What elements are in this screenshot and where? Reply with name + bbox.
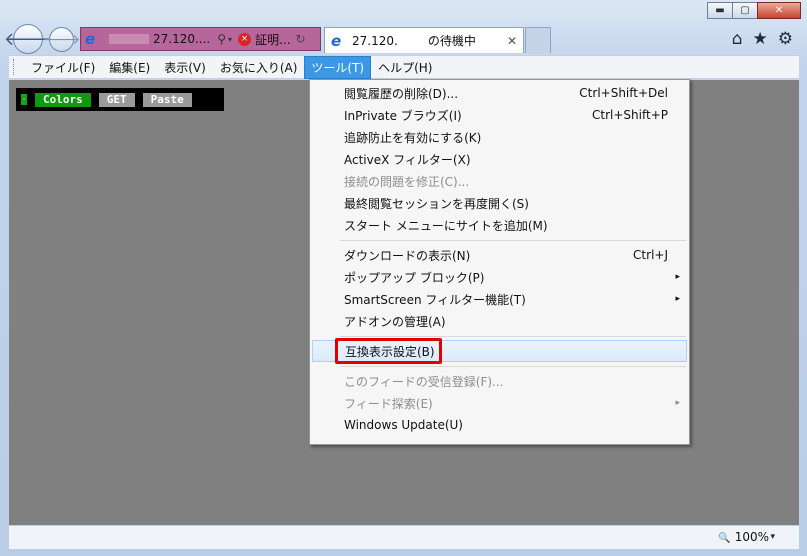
menu-tools[interactable]: ツール(T) (304, 55, 372, 79)
menu-separator (340, 336, 686, 337)
home-icon[interactable]: ⌂ (732, 29, 743, 49)
get-button[interactable]: GET (98, 92, 135, 107)
menu-item-label: フィード探索(E) (344, 396, 433, 411)
menu-item-smartscreen[interactable]: SmartScreen フィルター機能(T) ▸ (310, 288, 689, 310)
menu-item-label: 最終閲覧セッションを再度開く(S) (344, 196, 529, 211)
page-toolbox: · Colors GET Paste (16, 88, 224, 111)
menu-separator (340, 366, 686, 367)
menu-item-manage-addons[interactable]: アドオンの管理(A) (310, 310, 689, 332)
menu-edit[interactable]: 編集(E) (102, 56, 157, 79)
menu-item-shortcut: Ctrl+Shift+Del (579, 86, 668, 100)
refresh-icon[interactable]: ↻ (296, 32, 306, 46)
menu-item-label: 接続の問題を修正(C)... (344, 174, 470, 189)
menu-item-label: ポップアップ ブロック(P) (344, 270, 485, 285)
menu-bar: ファイル(F) 編集(E) 表示(V) お気に入り(A) ツール(T) ヘルプ(… (9, 55, 799, 79)
menu-separator (340, 240, 686, 241)
menu-file[interactable]: ファイル(F) (24, 56, 102, 79)
tab-active[interactable]: e 27.120. の待機中 ✕ (324, 27, 524, 53)
chevron-down-icon[interactable]: ▾ (228, 35, 232, 44)
favorites-star-icon[interactable]: ★ (753, 29, 768, 49)
forward-button[interactable]: 🡒 (43, 27, 80, 52)
menu-item-view-downloads[interactable]: ダウンロードの表示(N) Ctrl+J (310, 244, 689, 266)
certificate-error-icon[interactable]: × (238, 32, 252, 46)
menu-item-popup-blocker[interactable]: ポップアップ ブロック(P) ▸ (310, 266, 689, 288)
zoom-control[interactable]: 🔍 100% (718, 530, 769, 544)
submenu-arrow-icon: ▸ (675, 272, 680, 282)
menu-item-shortcut: Ctrl+Shift+P (592, 108, 668, 122)
menu-item-shortcut: Ctrl+J (633, 248, 668, 262)
menu-item-fix-connection: 接続の問題を修正(C)... (310, 170, 689, 192)
menu-item-delete-history[interactable]: 閲覧履歴の削除(D)... Ctrl+Shift+Del (310, 82, 689, 104)
certificate-error-label[interactable]: 証明... (255, 31, 290, 48)
menubar-grip (13, 59, 18, 75)
tab-title: 27.120. (352, 33, 398, 48)
close-tab-icon[interactable]: ✕ (507, 34, 517, 48)
menu-item-feed-discovery: フィード探索(E) ▸ (310, 392, 689, 414)
toolbox-handle[interactable]: · (21, 94, 27, 105)
maximize-button[interactable]: ▢ (732, 2, 758, 19)
menu-item-label: アドオンの管理(A) (344, 314, 446, 329)
menu-item-label: 追跡防止を有効にする(K) (344, 130, 482, 145)
submenu-arrow-icon: ▸ (675, 398, 680, 408)
menu-item-add-to-start[interactable]: スタート メニューにサイトを追加(M) (310, 214, 689, 236)
status-bar: 🔍 100% ▾ (9, 525, 799, 549)
menu-view[interactable]: 表示(V) (157, 56, 213, 79)
close-window-button[interactable]: ✕ (757, 2, 801, 19)
menu-item-label: SmartScreen フィルター機能(T) (344, 292, 526, 307)
command-icons: ⌂ ★ ⚙ (732, 29, 793, 49)
back-button[interactable]: 🡐 (4, 24, 52, 54)
zoom-level: 100% (734, 530, 769, 544)
window-controls: ▬ ▢ ✕ (707, 2, 801, 19)
menu-item-activex-filter[interactable]: ActiveX フィルター(X) (310, 148, 689, 170)
forward-arrow-icon: 🡒 (42, 32, 81, 48)
zoom-magnifier-icon: 🔍 (718, 533, 731, 544)
new-tab-button[interactable] (525, 27, 551, 53)
menu-item-tracking-protection[interactable]: 追跡防止を有効にする(K) (310, 126, 689, 148)
menu-item-subscribe-feed: このフィードの受信登録(F)... (310, 370, 689, 392)
menu-item-windows-update[interactable]: Windows Update(U) (310, 414, 689, 436)
address-bar[interactable]: e 27.120.... ⚲ ▾ × 証明... ↻ (80, 27, 321, 51)
menu-help[interactable]: ヘルプ(H) (371, 56, 439, 79)
redacted-text (109, 34, 149, 44)
menu-item-label: Windows Update(U) (344, 418, 463, 432)
menu-item-label: このフィードの受信登録(F)... (344, 374, 504, 389)
zoom-dropdown-icon[interactable]: ▾ (770, 532, 775, 542)
minimize-button[interactable]: ▬ (707, 2, 733, 19)
tab-title-status: の待機中 (427, 34, 476, 48)
menu-item-label: InPrivate ブラウズ(I) (344, 108, 462, 123)
highlight-annotation-box (335, 338, 442, 364)
colors-button[interactable]: Colors (35, 92, 91, 107)
menu-item-label: ダウンロードの表示(N) (344, 248, 471, 263)
tools-menu: 閲覧履歴の削除(D)... Ctrl+Shift+Del InPrivate ブ… (309, 79, 690, 445)
ie-logo-icon: e (331, 31, 342, 50)
address-url[interactable]: 27.120.... (153, 32, 210, 46)
gear-icon[interactable]: ⚙ (778, 29, 793, 49)
ie-logo-icon: e (85, 30, 96, 48)
menu-item-label: 閲覧履歴の削除(D)... (344, 86, 459, 101)
menu-item-reopen-session[interactable]: 最終閲覧セッションを再度開く(S) (310, 192, 689, 214)
menu-item-label: スタート メニューにサイトを追加(M) (344, 218, 548, 233)
search-icon[interactable]: ⚲ (217, 32, 226, 46)
menu-item-label: ActiveX フィルター(X) (344, 152, 471, 167)
paste-button[interactable]: Paste (142, 92, 192, 107)
submenu-arrow-icon: ▸ (675, 294, 680, 304)
menu-favorites[interactable]: お気に入り(A) (213, 56, 305, 79)
menu-item-inprivate[interactable]: InPrivate ブラウズ(I) Ctrl+Shift+P (310, 104, 689, 126)
